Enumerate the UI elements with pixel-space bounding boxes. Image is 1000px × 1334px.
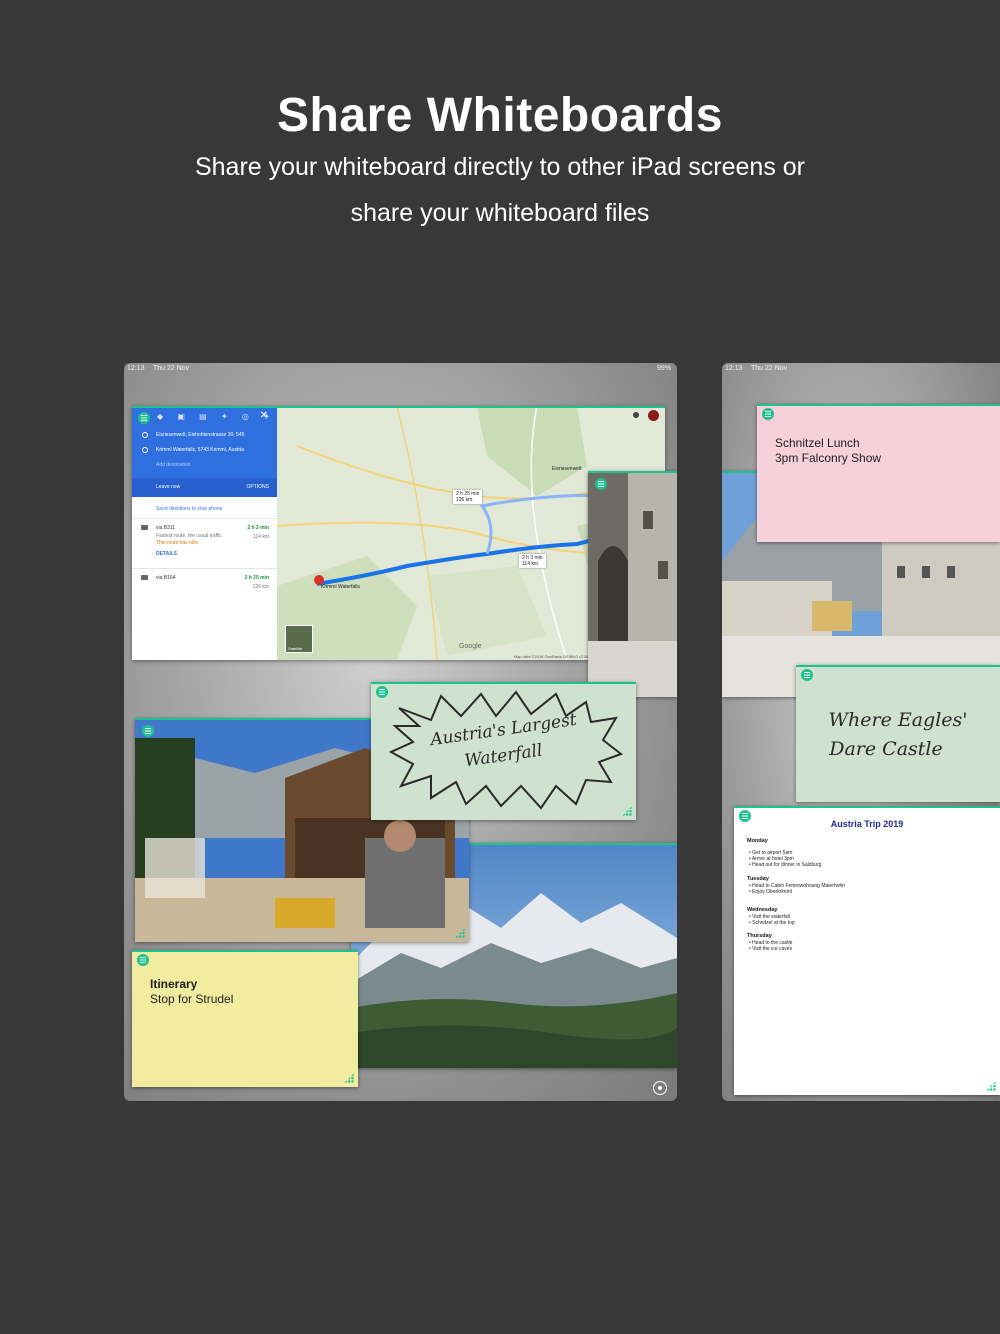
- photo-castle[interactable]: [588, 471, 677, 697]
- day-heading: Tuesday: [747, 876, 769, 882]
- add-destination[interactable]: Add destination: [156, 462, 190, 468]
- status-battery: 99%: [656, 365, 671, 372]
- card-accent-line: [132, 950, 358, 952]
- sticky-line-2: 3pm Falconry Show: [775, 451, 882, 465]
- leave-now-select[interactable]: Leave now: [156, 484, 180, 490]
- card-accent-line: [757, 404, 1000, 406]
- status-bar: 12:13 Thu 22 Nov: [722, 363, 1000, 375]
- route-time: 2 h 25 min: [244, 575, 269, 581]
- status-bar: 12:13 Thu 22 Nov 99%: [124, 363, 677, 375]
- card-accent-line: [796, 665, 1000, 667]
- page-title: Share Whiteboards: [277, 89, 723, 142]
- ipad-screen-right: 12:13 Thu 22 Nov Schnitzel Lunch 3pm Fal…: [722, 363, 1000, 1101]
- card-accent-line: [132, 406, 665, 408]
- status-time: 12:13: [725, 365, 743, 372]
- card-accent-line: [588, 471, 677, 473]
- resize-handle-icon[interactable]: [986, 1081, 996, 1091]
- card-accent-line: [371, 682, 636, 684]
- castle-image: [588, 471, 677, 697]
- origin-field[interactable]: Eisriesenwelt, Eishohlenstrasse 30, 545: [156, 432, 244, 438]
- route-bubble[interactable]: 2 h 3 min 114 km: [519, 554, 546, 568]
- day-heading: Wednesday: [747, 907, 778, 913]
- send-directions-link[interactable]: Send directions to your phone: [156, 506, 222, 512]
- handwritten-note[interactable]: Austria's Largest Waterfall: [371, 682, 636, 820]
- card-accent-line: [734, 806, 1000, 808]
- route-bubble-distance: 114 km: [522, 561, 539, 567]
- document-title: Austria Trip 2019: [830, 819, 904, 829]
- route-via: via B164: [156, 575, 176, 581]
- ipad-screen-left: 12:13 Thu 22 Nov 99% ◆ ▣ ▤ ✦ ◎ ✈ ✕ Eisri…: [124, 363, 677, 1101]
- travel-modes[interactable]: ◆ ▣ ▤ ✦ ◎ ✈: [157, 412, 276, 421]
- sticky-note-pink[interactable]: Schnitzel Lunch 3pm Falconry Show: [757, 404, 1000, 542]
- sticky-body: Stop for Strudel: [150, 992, 234, 1006]
- subtitle-line-2: share your whiteboard files: [350, 199, 650, 227]
- route-option[interactable]: via B311 2 h 3 min 114 km Fastest route,…: [132, 518, 277, 569]
- menu-icon[interactable]: [137, 954, 149, 966]
- route-note: Fastest route, the usual traffic: [156, 533, 222, 539]
- menu-icon[interactable]: [142, 725, 154, 737]
- day-heading: Monday: [747, 838, 768, 844]
- sticky-title: Itinerary: [150, 977, 198, 991]
- map-card[interactable]: ◆ ▣ ▤ ✦ ◎ ✈ ✕ Eisriesenwelt, Eishohlenst…: [132, 406, 665, 660]
- marker-label: Krimml Waterfalls: [321, 584, 360, 590]
- subtitle-line-1: Share your whiteboard directly to other …: [194, 153, 806, 181]
- options-button[interactable]: OPTIONS: [246, 484, 269, 490]
- resize-handle-icon[interactable]: [344, 1073, 354, 1083]
- google-logo: Google: [459, 643, 482, 650]
- menu-icon[interactable]: [762, 408, 774, 420]
- destination-pin-icon: [142, 447, 148, 453]
- status-date: Thu 22 Nov: [751, 365, 788, 372]
- route-option[interactable]: via B164 2 h 25 min 126 km: [132, 568, 277, 597]
- avatar[interactable]: [648, 410, 659, 421]
- origin-pin-icon: [142, 432, 148, 438]
- car-icon: [141, 575, 148, 580]
- directions-panel: ◆ ▣ ▤ ✦ ◎ ✈ ✕ Eisriesenwelt, Eishohlenst…: [132, 406, 277, 660]
- menu-icon[interactable]: [376, 686, 388, 698]
- layers-icon[interactable]: [633, 412, 639, 418]
- satellite-label: Satellite: [288, 646, 303, 651]
- handwritten-line-2: Dare Castle: [829, 738, 943, 760]
- handwritten-line-1: Where Eagles': [828, 709, 968, 731]
- status-date: Thu 22 Nov: [153, 365, 190, 372]
- list-item: • Schnitzel at the top: [749, 920, 795, 926]
- handwritten-note[interactable]: Where Eagles' Dare Castle: [796, 665, 1000, 802]
- close-icon[interactable]: ✕: [260, 410, 268, 421]
- destination-label: Eisriesenwelt: [552, 466, 582, 472]
- route-via: via B311: [156, 525, 176, 531]
- route-warning: This route has tolls: [156, 540, 198, 546]
- menu-icon[interactable]: [801, 669, 813, 681]
- sticky-line-1: Schnitzel Lunch: [775, 436, 860, 450]
- list-item: • Enjoy Oberkrimml: [749, 889, 792, 895]
- eye-icon[interactable]: [653, 1081, 667, 1095]
- menu-icon[interactable]: [138, 412, 150, 424]
- list-item: • Head out for dinner in Salzburg: [749, 862, 822, 868]
- destination-field[interactable]: Krimml Waterfalls, 5743 Krimml, Austria: [156, 447, 244, 453]
- route-bubble-distance: 126 km: [456, 497, 473, 503]
- sticky-note-itinerary[interactable]: Itinerary Stop for Strudel: [132, 950, 358, 1087]
- list-item: • Visit the ice caves: [749, 946, 793, 952]
- car-icon: [141, 525, 148, 530]
- menu-icon[interactable]: [595, 478, 607, 490]
- route-time: 2 h 3 min: [247, 525, 269, 531]
- document-note[interactable]: Austria Trip 2019 Monday • Get to airpor…: [734, 806, 1000, 1095]
- status-time: 12:13: [127, 365, 145, 372]
- directions-header: ◆ ▣ ▤ ✦ ◎ ✈ ✕ Eisriesenwelt, Eishohlenst…: [132, 406, 277, 497]
- route-distance: 114 km: [252, 534, 269, 540]
- route-details-link[interactable]: DETAILS: [156, 551, 177, 557]
- day-heading: Thursday: [747, 933, 772, 939]
- leave-bar: Leave now OPTIONS: [132, 478, 277, 497]
- satellite-toggle[interactable]: Satellite: [285, 625, 313, 653]
- route-bubble[interactable]: 2 h 25 min 126 km: [453, 490, 483, 504]
- route-distance: 126 km: [252, 584, 269, 590]
